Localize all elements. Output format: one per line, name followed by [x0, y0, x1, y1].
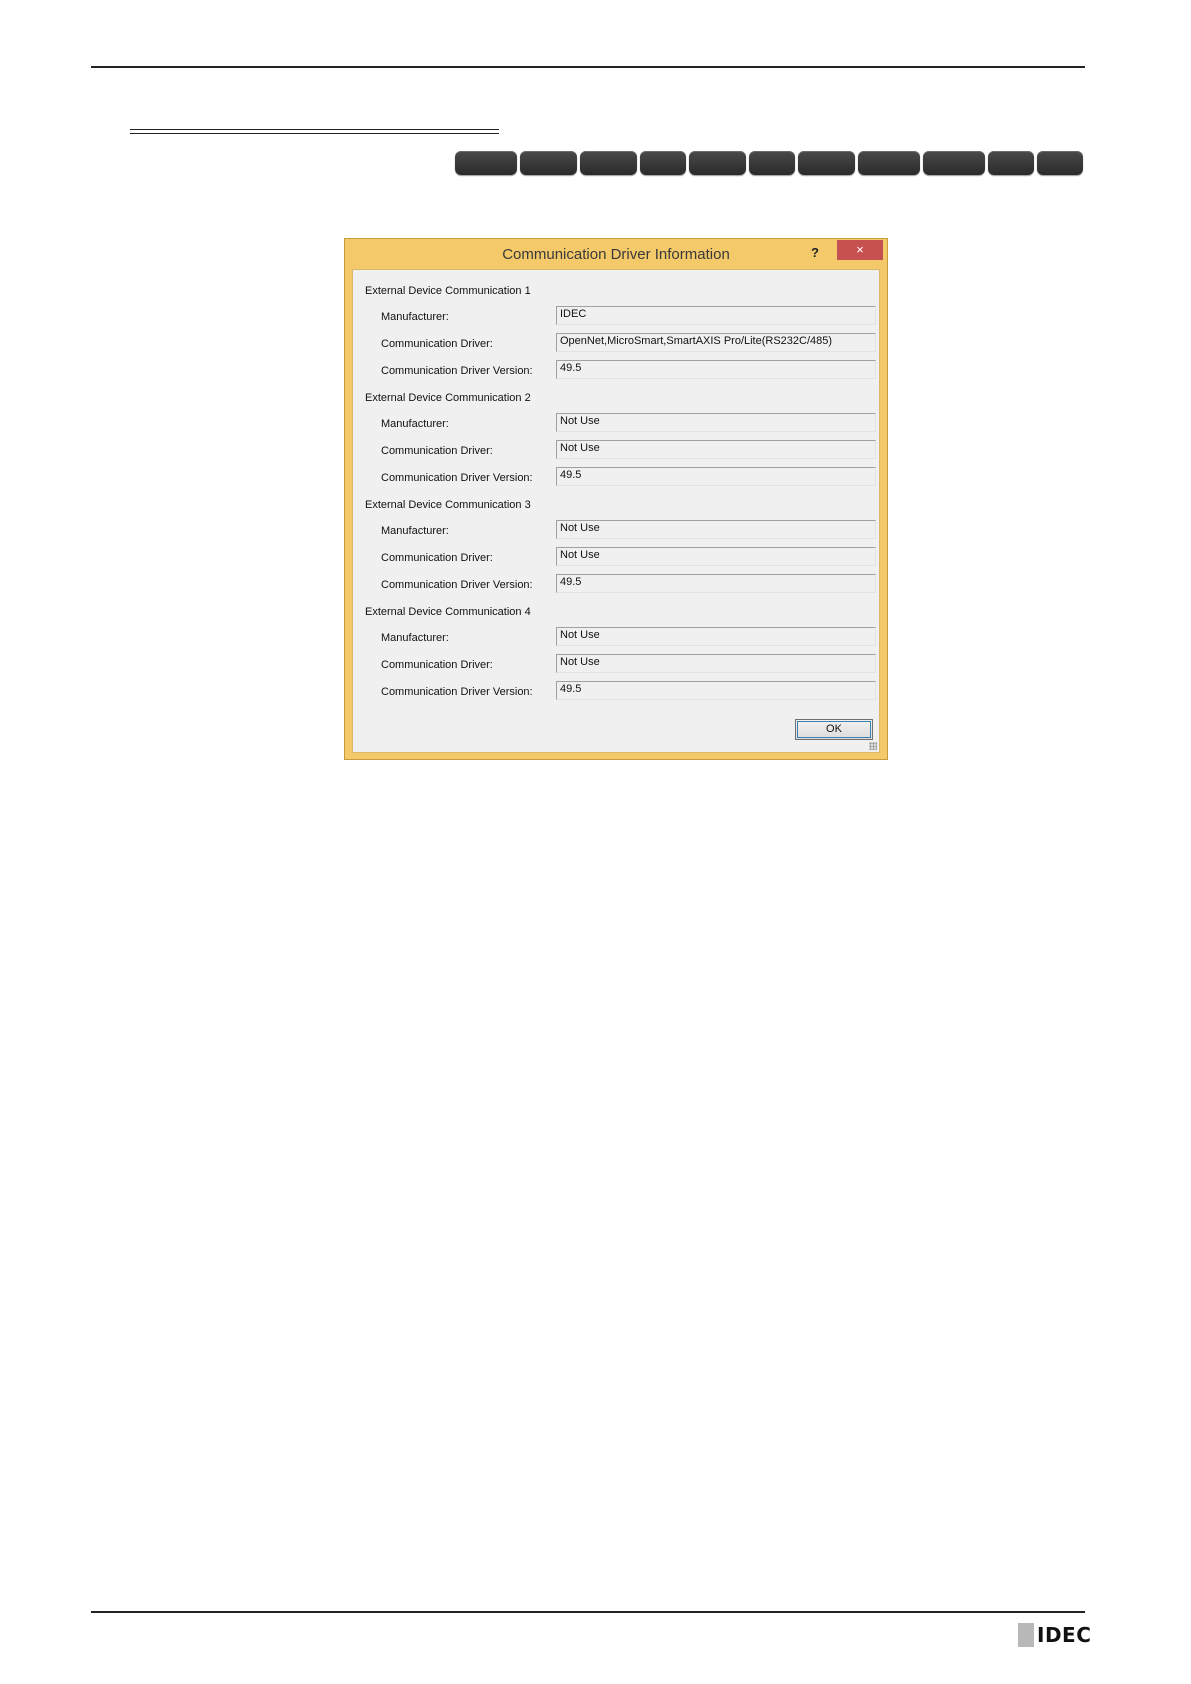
manufacturer-field-2[interactable]: Not Use [556, 413, 876, 432]
dialog-client-area: External Device Communication 1 Manufact… [352, 269, 880, 753]
manufacturer-label-4: Manufacturer: [381, 632, 449, 644]
version-field-1[interactable]: 49.5 [556, 360, 876, 379]
driver-label-1: Communication Driver: [381, 338, 493, 350]
driver-field-4[interactable]: Not Use [556, 654, 876, 673]
section-label-1: External Device Communication 1 [365, 285, 531, 297]
model-tab [798, 151, 855, 175]
version-field-3[interactable]: 49.5 [556, 574, 876, 593]
logo-text: IDEC [1037, 1623, 1092, 1647]
driver-label-4: Communication Driver: [381, 659, 493, 671]
model-tab [455, 151, 517, 175]
heading-underline-top [130, 129, 499, 130]
version-label-3: Communication Driver Version: [381, 579, 533, 591]
section-label-4: External Device Communication 4 [365, 606, 531, 618]
idec-logo: IDEC [1018, 1623, 1091, 1647]
resize-grip-icon[interactable] [869, 742, 877, 750]
model-tab [923, 151, 985, 175]
close-icon: × [856, 242, 864, 257]
driver-field-1[interactable]: OpenNet,MicroSmart,SmartAXIS Pro/Lite(RS… [556, 333, 876, 352]
model-tab [520, 151, 577, 175]
manufacturer-field-3[interactable]: Not Use [556, 520, 876, 539]
help-button[interactable]: ? [803, 243, 827, 263]
version-field-2[interactable]: 49.5 [556, 467, 876, 486]
section-label-3: External Device Communication 3 [365, 499, 531, 511]
header-rule [91, 66, 1085, 68]
version-label-4: Communication Driver Version: [381, 686, 533, 698]
model-tab [858, 151, 920, 175]
manufacturer-label-2: Manufacturer: [381, 418, 449, 430]
driver-label-3: Communication Driver: [381, 552, 493, 564]
version-label-1: Communication Driver Version: [381, 365, 533, 377]
logo-mark-icon [1018, 1623, 1034, 1647]
section-label-2: External Device Communication 2 [365, 392, 531, 404]
model-tab [640, 151, 686, 175]
footer-rule [91, 1611, 1085, 1613]
manufacturer-label-1: Manufacturer: [381, 311, 449, 323]
manufacturer-label-3: Manufacturer: [381, 525, 449, 537]
manufacturer-field-4[interactable]: Not Use [556, 627, 876, 646]
model-tab [580, 151, 637, 175]
manufacturer-field-1[interactable]: IDEC [556, 306, 876, 325]
model-tab-strip [0, 151, 1191, 175]
model-tab [749, 151, 795, 175]
close-button[interactable]: × [837, 240, 883, 260]
version-field-4[interactable]: 49.5 [556, 681, 876, 700]
model-tab [689, 151, 746, 175]
ok-button[interactable]: OK [795, 719, 873, 740]
driver-field-2[interactable]: Not Use [556, 440, 876, 459]
heading-underline-bottom [130, 133, 499, 134]
communication-driver-dialog: Communication Driver Information ? × Ext… [344, 238, 888, 760]
model-tab [1037, 151, 1083, 175]
version-label-2: Communication Driver Version: [381, 472, 533, 484]
model-tab [988, 151, 1034, 175]
driver-label-2: Communication Driver: [381, 445, 493, 457]
driver-field-3[interactable]: Not Use [556, 547, 876, 566]
